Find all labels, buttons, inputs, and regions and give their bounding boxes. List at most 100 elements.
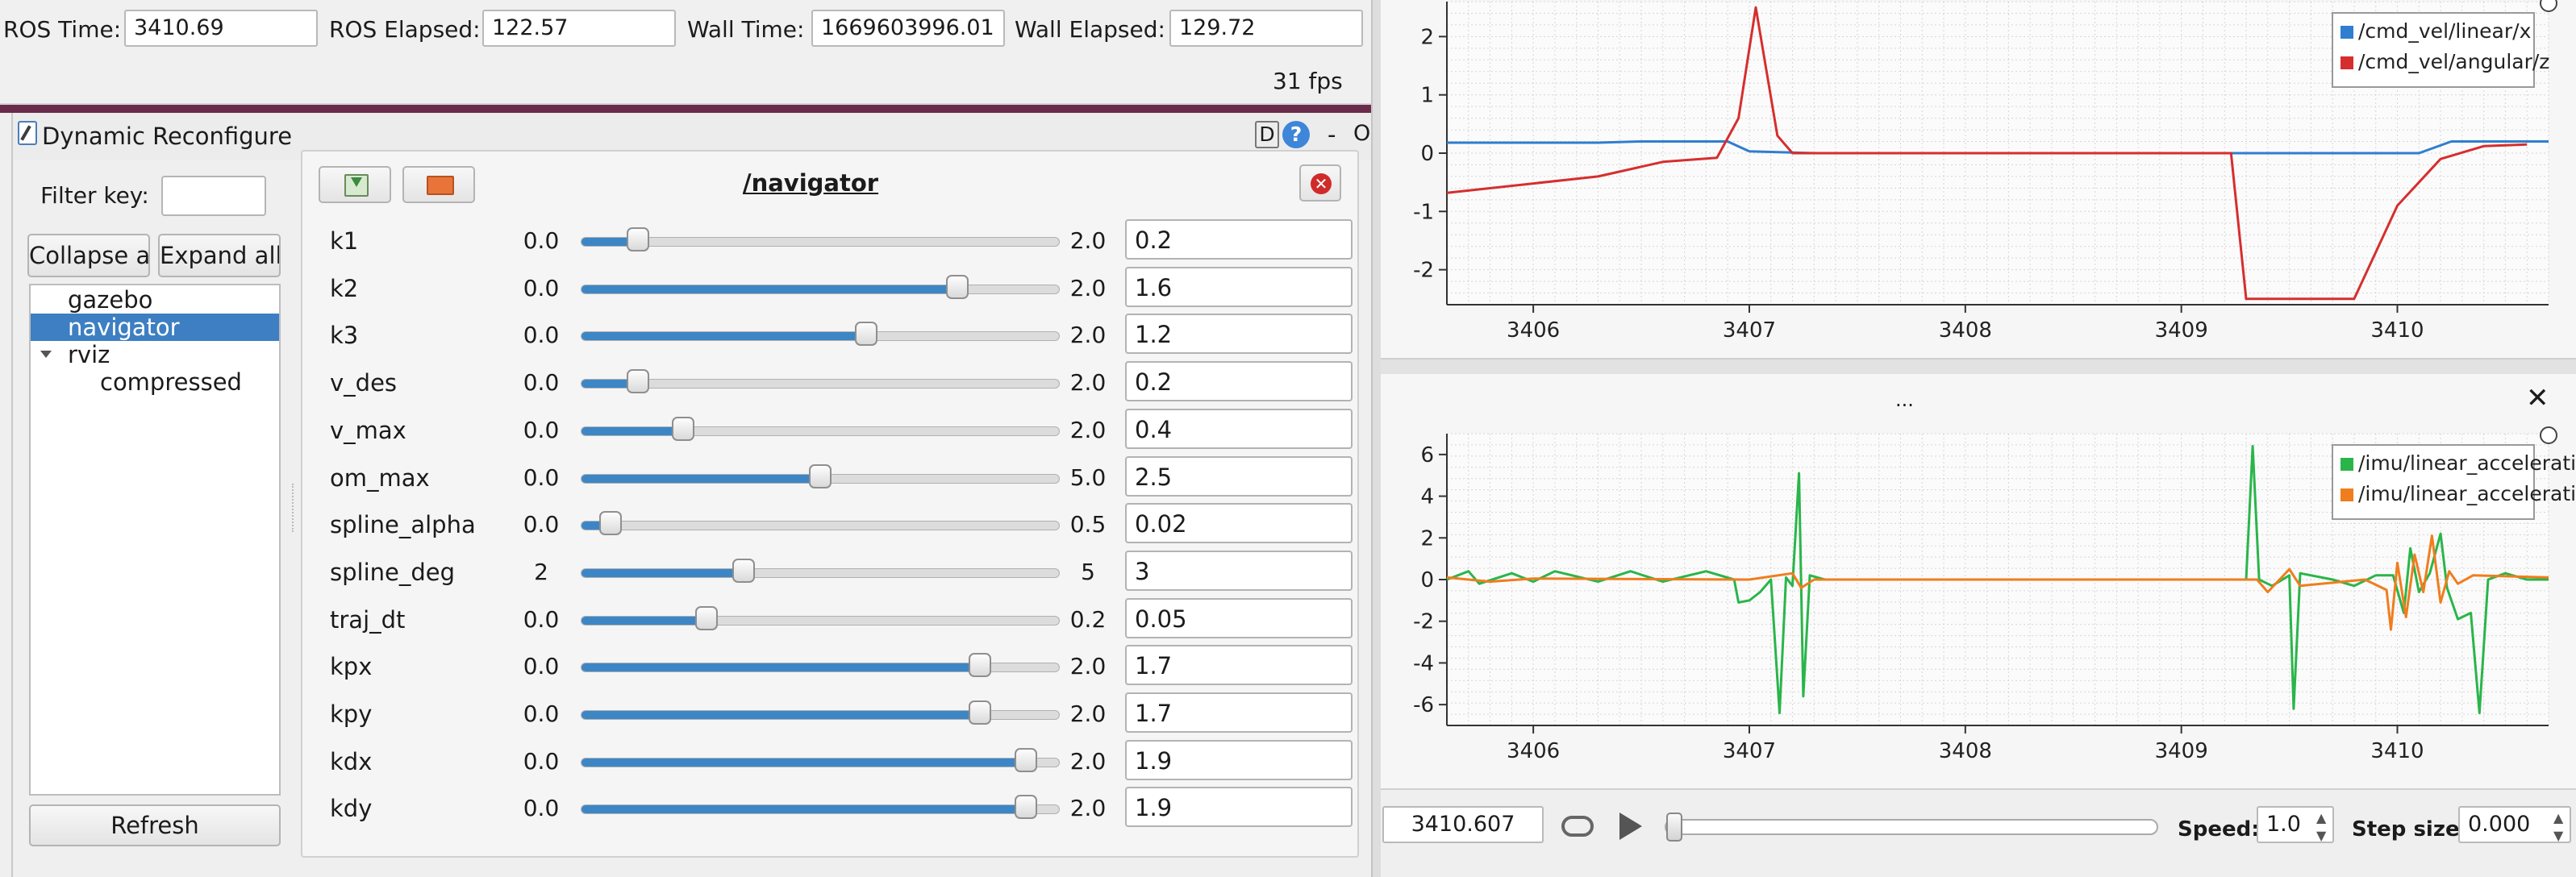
close-node-button[interactable]: ✕ <box>1299 164 1341 202</box>
param-slider[interactable] <box>581 567 1060 578</box>
param-min: 0.0 <box>523 747 560 775</box>
chart-cmd-vel[interactable]: 3406 3407 3408 3409 3410 2 1 0 -1 -2/cmd_vel/line… <box>1381 0 2576 358</box>
param-slider-handle[interactable] <box>694 605 718 630</box>
debug-button[interactable]: D <box>1255 121 1279 148</box>
param-max: 2.0 <box>1069 653 1107 680</box>
expand-all-button[interactable]: Expand all <box>158 234 281 277</box>
splitter-handle[interactable] <box>292 484 297 532</box>
param-slider[interactable] <box>581 379 1060 389</box>
param-value-field[interactable]: 1.9 <box>1125 739 1353 780</box>
node-tree[interactable]: gazebo navigator rviz compressed <box>29 284 281 796</box>
ros-time-field[interactable]: 3410.69 <box>124 10 318 47</box>
save-button[interactable] <box>319 166 391 203</box>
param-min: 0.0 <box>523 274 560 301</box>
param-slider[interactable] <box>581 284 1060 294</box>
close-icon: ✕ <box>1311 173 1332 194</box>
param-min: 2 <box>534 558 548 585</box>
param-slider-fill <box>581 663 982 672</box>
help-button[interactable]: ? <box>1282 121 1310 148</box>
param-slider[interactable] <box>581 615 1060 626</box>
playback-time-field[interactable]: 3410.607 <box>1382 806 1544 843</box>
param-value-field[interactable]: 1.6 <box>1125 266 1353 307</box>
loop-icon[interactable] <box>1561 816 1594 837</box>
param-min: 0.0 <box>523 605 560 633</box>
param-slider-handle[interactable] <box>969 653 992 678</box>
playback-slider[interactable] <box>1665 819 2158 835</box>
y-tick-label: 6 <box>1420 443 1434 468</box>
param-value-field[interactable]: 3 <box>1125 550 1353 591</box>
param-row-k3: k3 0.0 2.0 1.2 <box>319 312 1353 359</box>
param-slider[interactable] <box>581 757 1060 767</box>
param-value-field[interactable]: 2.5 <box>1125 455 1353 497</box>
load-button[interactable] <box>402 166 475 203</box>
param-slider-handle[interactable] <box>945 274 969 299</box>
param-min: 0.0 <box>523 369 560 397</box>
y-tick-label: 0 <box>1420 568 1434 592</box>
legend-swatch <box>2340 488 2353 501</box>
param-slider-handle[interactable] <box>809 463 832 488</box>
step-size-label: Step size: <box>2352 817 2469 842</box>
param-max: 2.0 <box>1069 700 1107 727</box>
param-min: 0.0 <box>523 511 560 538</box>
collapse-all-button[interactable]: Collapse all <box>27 234 150 277</box>
legend-swatch <box>2340 56 2353 69</box>
param-slider-handle[interactable] <box>598 511 622 536</box>
param-row-spline-deg: spline_deg 2 5 3 <box>319 549 1353 596</box>
y-tick-label: 0 <box>1420 142 1434 166</box>
param-slider[interactable] <box>581 426 1060 436</box>
speed-label: Speed: <box>2178 817 2260 842</box>
tree-item-gazebo[interactable]: gazebo <box>31 286 279 314</box>
wall-time-field[interactable]: 1669603996.01 <box>811 10 1005 47</box>
plot-handle-icon <box>2540 426 2557 444</box>
param-slider[interactable] <box>581 331 1060 342</box>
param-value-field[interactable]: 0.2 <box>1125 219 1353 260</box>
param-value-field[interactable]: 1.9 <box>1125 787 1353 828</box>
param-value-field[interactable]: 0.2 <box>1125 361 1353 402</box>
tree-item-compressed[interactable]: compressed <box>31 368 279 396</box>
param-min: 0.0 <box>523 322 560 349</box>
param-value-field[interactable]: 1.7 <box>1125 692 1353 733</box>
param-value-field[interactable]: 0.05 <box>1125 597 1353 638</box>
refresh-button[interactable]: Refresh <box>29 804 281 846</box>
tree-item-rviz[interactable]: rviz <box>31 341 279 368</box>
param-slider[interactable] <box>581 237 1060 247</box>
param-min: 0.0 <box>523 700 560 727</box>
param-slider-handle[interactable] <box>1014 795 1037 820</box>
param-slider-fill <box>581 285 958 293</box>
param-slider-handle[interactable] <box>732 558 756 583</box>
chart-imu[interactable]: 3406 3407 3408 3409 3410 6 4 2 0 -2 -4 -6/imu/linea… <box>1381 414 2576 788</box>
step-spin-icon[interactable]: ▲ ▼ <box>2553 809 2570 846</box>
wall-elapsed-field[interactable]: 129.72 <box>1169 10 1363 47</box>
param-max: 2.0 <box>1069 795 1107 822</box>
param-value-field[interactable]: 1.2 <box>1125 314 1353 355</box>
param-slider-handle[interactable] <box>969 700 992 725</box>
param-slider-handle[interactable] <box>672 416 695 441</box>
param-value-field[interactable]: 0.4 <box>1125 408 1353 449</box>
param-slider-handle[interactable] <box>854 322 877 347</box>
play-icon[interactable] <box>1619 813 1642 840</box>
param-slider-fill <box>581 758 1027 767</box>
playback-slider-handle[interactable] <box>1666 813 1682 842</box>
y-tick-label: -4 <box>1413 651 1434 675</box>
expand-arrow-icon[interactable] <box>40 351 52 358</box>
filter-key-input[interactable] <box>161 176 266 216</box>
param-name: kdy <box>330 795 373 823</box>
plot-bottom: ... ✕ 3406 3407 3408 3409 3410 6 4 2 0 -2 -4 -6/imu… <box>1381 374 2576 788</box>
x-tick-label: 3409 <box>2155 739 2208 763</box>
minimize-button[interactable]: - <box>1328 121 1336 148</box>
param-slider[interactable] <box>581 521 1060 531</box>
close-plot-icon[interactable]: ✕ <box>2526 382 2549 414</box>
param-value-field[interactable]: 1.7 <box>1125 645 1353 686</box>
float-button[interactable]: O <box>1353 121 1370 146</box>
param-row-kdy: kdy 0.0 2.0 1.9 <box>319 785 1353 832</box>
tree-item-navigator[interactable]: navigator <box>31 314 279 341</box>
time-bar: ROS Time: 3410.69 ROS Elapsed: 122.57 Wa… <box>0 0 1381 105</box>
param-value-field[interactable]: 0.02 <box>1125 503 1353 544</box>
param-slider-handle[interactable] <box>1014 747 1037 772</box>
param-slider[interactable] <box>581 804 1060 815</box>
param-slider-handle[interactable] <box>626 227 649 251</box>
param-slider-handle[interactable] <box>626 369 649 394</box>
ros-elapsed-field[interactable]: 122.57 <box>482 10 676 47</box>
speed-spin-icon[interactable]: ▲ ▼ <box>2316 809 2332 846</box>
param-row-kpy: kpy 0.0 2.0 1.7 <box>319 691 1353 738</box>
